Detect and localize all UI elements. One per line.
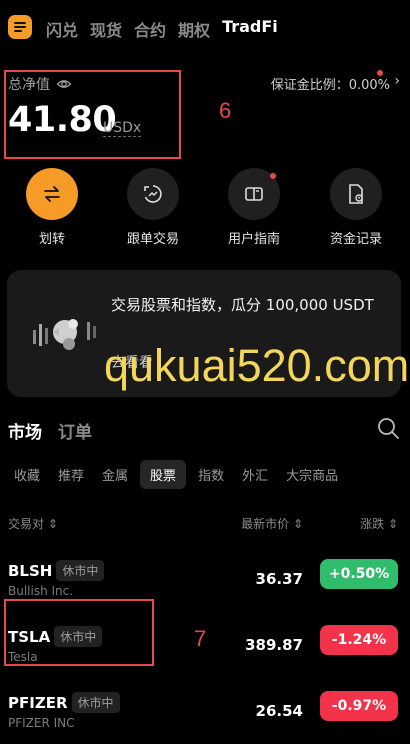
header-price[interactable]: 最新市价 ⇕	[241, 515, 303, 532]
annotation-label-7: 7	[194, 626, 207, 651]
change-badge[interactable]: -0.97%	[320, 691, 398, 721]
tab-spot[interactable]: 现货	[90, 17, 122, 41]
category-favorites[interactable]: 收藏	[8, 461, 46, 488]
header-change[interactable]: 涨跌 ⇕	[360, 515, 398, 532]
tab-swap[interactable]: 闪兑	[46, 17, 78, 41]
tab-futures[interactable]: 合约	[134, 17, 166, 41]
change-badge[interactable]: -1.24%	[320, 625, 398, 655]
last-price: 26.54	[255, 702, 303, 720]
market-tabs: 市场 订单	[8, 418, 92, 443]
symbol: BLSH	[8, 561, 53, 580]
promo-illustration	[33, 319, 96, 350]
category-forex[interactable]: 外汇	[236, 461, 274, 488]
fund-records-button[interactable]: 资金记录	[316, 168, 396, 247]
copy-trade-button[interactable]: 跟单交易	[113, 168, 193, 247]
change-badge[interactable]: +0.50%	[320, 559, 398, 589]
last-price: 389.87	[245, 636, 303, 654]
record-icon	[330, 168, 382, 220]
table-row[interactable]: PFIZER 休市中 PFIZER INC 26.54 -0.97%	[0, 690, 410, 744]
fund-records-label: 资金记录	[329, 232, 382, 247]
category-indices[interactable]: 指数	[192, 461, 230, 488]
status-badge: 休市中	[56, 560, 105, 581]
transfer-label: 划转	[38, 232, 65, 247]
header-pair[interactable]: 交易对 ⇕	[8, 515, 58, 532]
status-badge: 休市中	[71, 692, 120, 713]
category-recommended[interactable]: 推荐	[52, 461, 90, 488]
user-guide-label: 用户指南	[227, 232, 280, 247]
promo-text: 交易股票和指数，瓜分 100,000 USDT	[111, 296, 374, 314]
category-stocks[interactable]: 股票	[140, 460, 187, 489]
watermark: qukuai520.com	[104, 340, 410, 391]
category-commodities[interactable]: 大宗商品	[280, 461, 344, 488]
annotation-box-tsla	[4, 599, 154, 666]
category-filters: 收藏 推荐 金属 股票 指数 外汇 大宗商品	[8, 460, 344, 489]
chevron-right-icon[interactable]: ›	[394, 73, 400, 89]
annotation-label-6: 6	[219, 98, 232, 123]
transfer-button[interactable]: 划转	[12, 168, 92, 247]
symbol: PFIZER	[8, 693, 68, 712]
menu-icon[interactable]	[8, 15, 32, 39]
company-name: PFIZER INC	[8, 716, 75, 730]
tab-options[interactable]: 期权	[178, 17, 210, 41]
annotation-box-net-value	[4, 70, 181, 159]
top-nav: 闪兑 现货 合约 期权 TradFi	[0, 0, 410, 56]
transfer-icon	[26, 168, 78, 220]
copy-trade-icon	[127, 168, 179, 220]
notification-dot-guide	[270, 173, 276, 179]
copy-trade-label: 跟单交易	[126, 232, 179, 247]
tab-market[interactable]: 市场	[8, 418, 42, 443]
last-price: 36.37	[255, 570, 303, 588]
tab-orders[interactable]: 订单	[58, 418, 92, 443]
company-name: Bullish Inc.	[8, 584, 74, 598]
search-icon[interactable]	[376, 416, 400, 440]
user-guide-button[interactable]: 用户指南	[214, 168, 294, 247]
category-metals[interactable]: 金属	[96, 461, 134, 488]
margin-ratio[interactable]: 保证金比例：0.00%	[271, 74, 390, 93]
notification-dot	[377, 70, 383, 76]
tab-tradfi[interactable]: TradFi	[222, 17, 278, 41]
